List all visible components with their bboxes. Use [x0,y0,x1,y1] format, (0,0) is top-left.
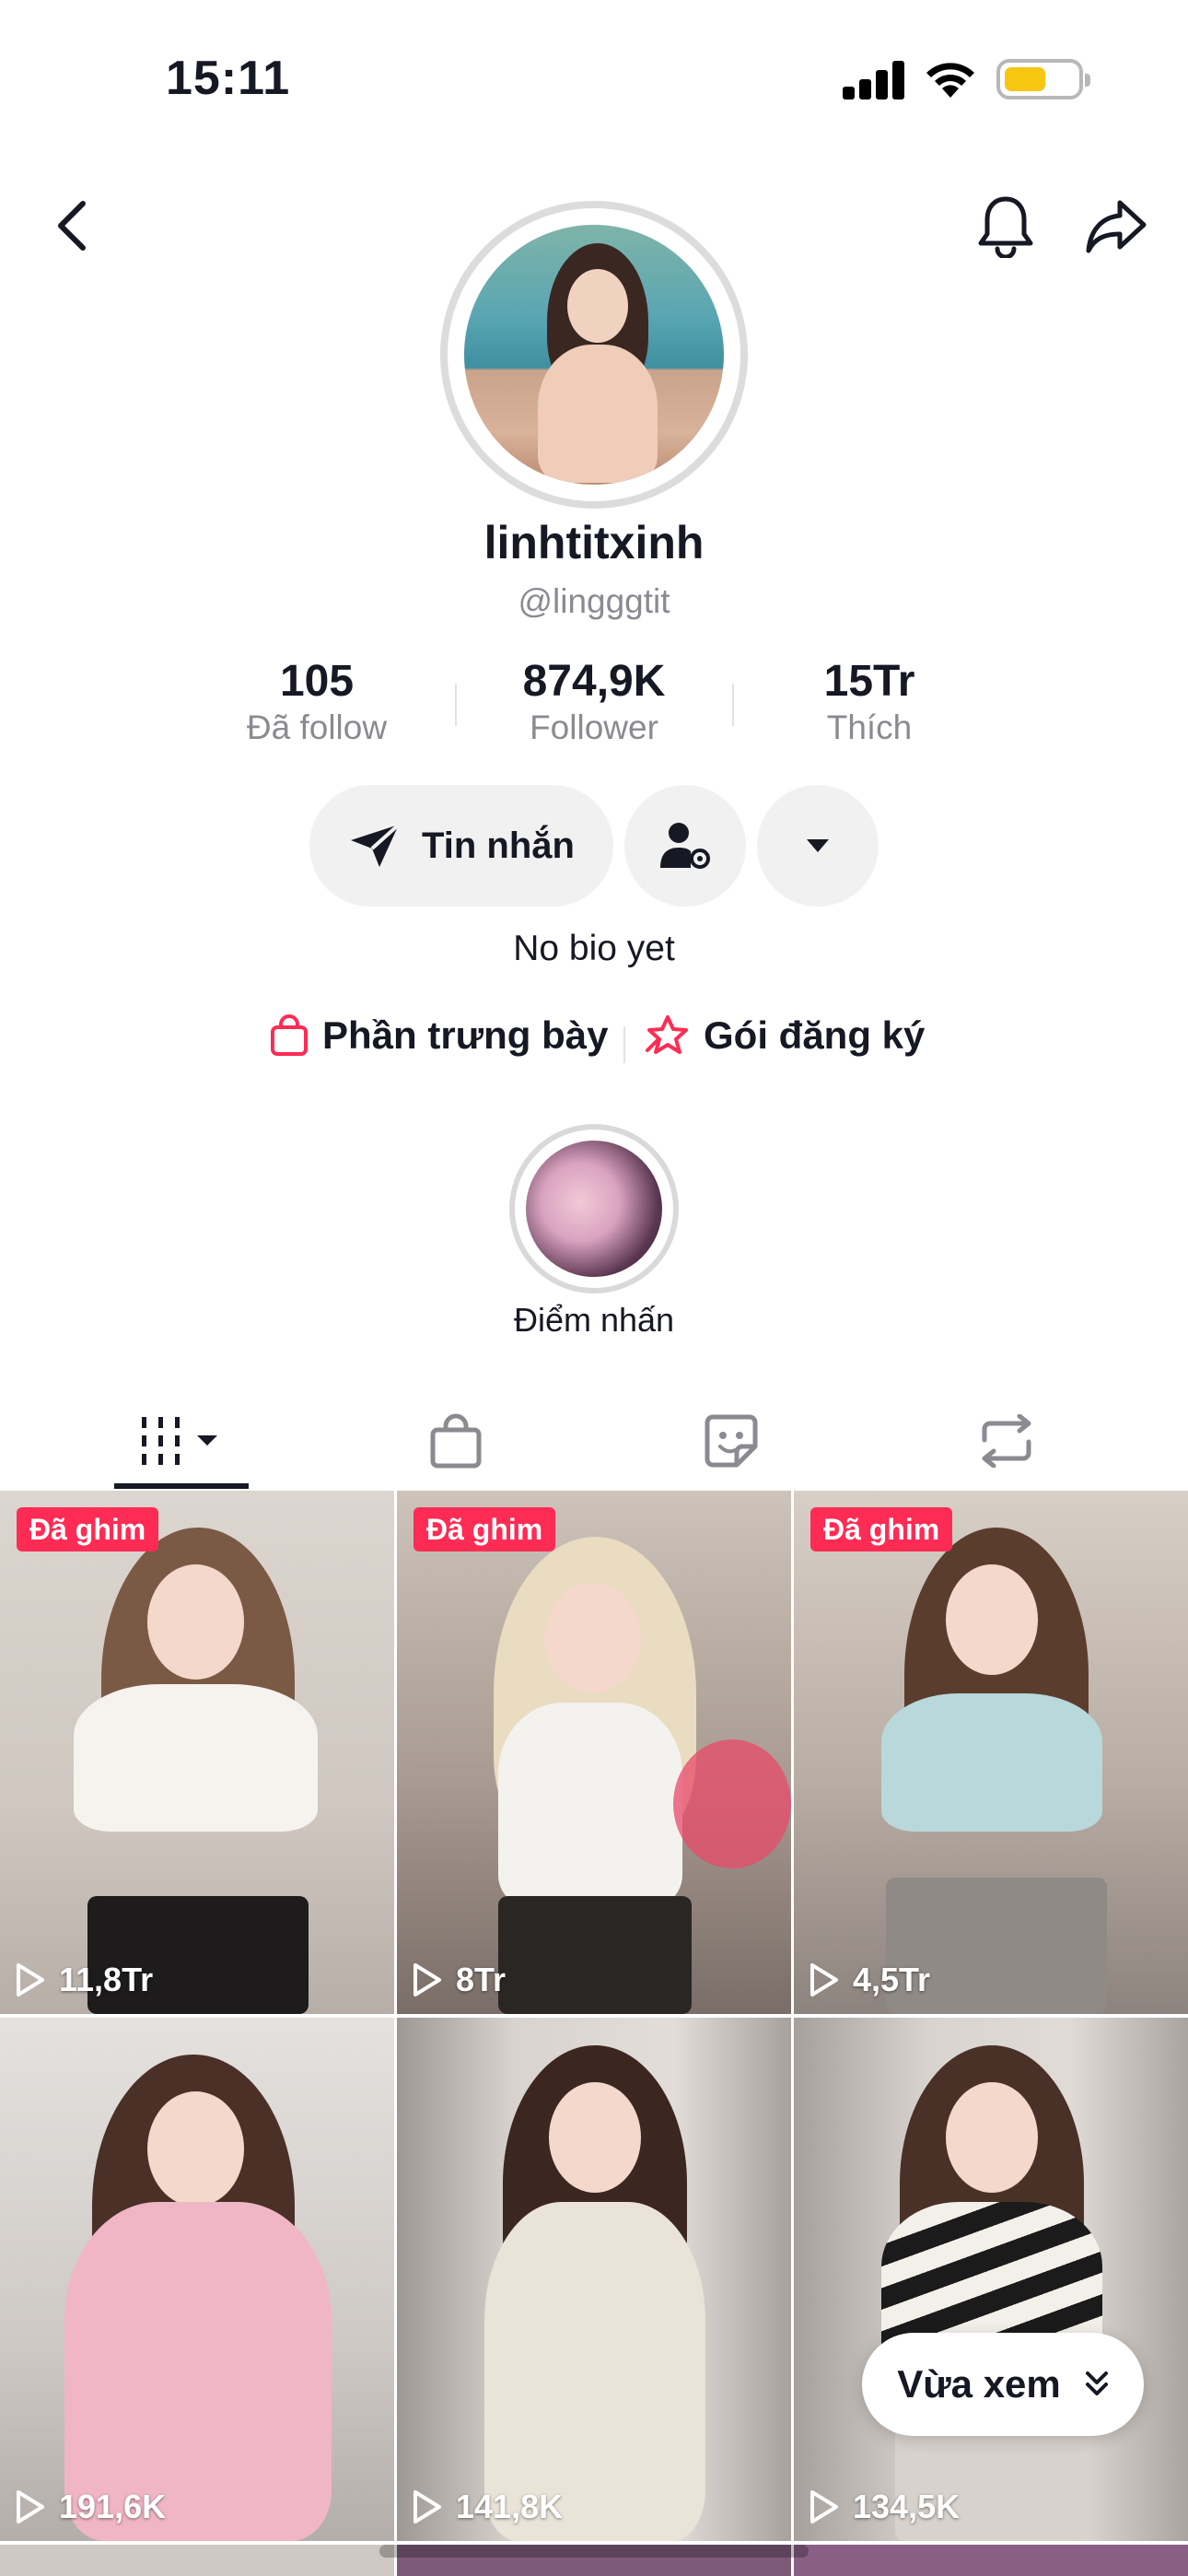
video-thumbnail[interactable] [794,2545,1188,2576]
play-icon [810,2490,838,2523]
user-settings-icon [660,823,710,869]
recently-viewed-label: Vừa xem [897,2362,1061,2406]
view-count: 191,6K [15,2488,166,2526]
home-indicator[interactable] [379,2545,809,2558]
profile-bio: No bio yet [513,929,675,968]
double-chevron-down-icon [1085,2371,1108,2395]
battery-icon [996,59,1090,100]
video-thumbnail[interactable] [0,2545,394,2576]
recently-viewed-button[interactable]: Vừa xem [862,2333,1144,2436]
status-bar: 15:11 [0,0,1188,157]
following-count: 105 [279,657,355,706]
notifications-button[interactable] [969,189,1042,263]
chevron-left-icon [58,201,86,251]
video-thumbnail[interactable]: 134,5K [794,2018,1188,2541]
profile-avatar[interactable] [440,201,748,509]
pinned-badge: Đã ghim [810,1507,953,1551]
tab-shop[interactable] [308,1391,604,1491]
tab-stickers[interactable] [583,1391,879,1491]
video-thumbnail[interactable]: 141,8K [397,2018,791,2541]
repost-icon [982,1414,1031,1468]
view-count-value: 134,5K [853,2488,961,2525]
highlight-thumbnail [526,1141,662,1277]
message-button[interactable]: Tin nhắn [309,785,613,907]
highlight-story[interactable] [509,1124,679,1294]
share-button[interactable] [1079,189,1153,263]
friend-settings-button[interactable] [624,785,746,907]
shop-bag-icon [430,1413,482,1469]
likes-stat[interactable]: 15Tr Thích [731,656,1007,747]
links-divider [623,1026,625,1063]
view-count: 141,8K [412,2488,563,2526]
view-count-value: 191,6K [59,2488,167,2525]
subscription-link[interactable]: Gói đăng ký [645,1013,925,1058]
pinned-badge: Đã ghim [413,1507,556,1551]
likes-count: 15Tr [823,657,915,706]
user-handle: @lingggtit [518,582,670,620]
bell-icon [978,196,1033,258]
showcase-label: Phần trưng bày [322,1013,609,1057]
avatar-image [464,225,724,485]
video-thumbnail[interactable]: Đã ghim 11,8Tr [0,1491,394,2014]
cellular-signal-icon [843,61,904,100]
likes-label: Thích [826,708,913,746]
profile-links: Phần trưng bày Gói đăng ký [0,1013,1188,1072]
followers-stat[interactable]: 874,9K Follower [456,656,732,747]
share-arrow-icon [1086,200,1147,253]
content-tabs [0,1391,1188,1491]
tab-videos[interactable] [33,1391,330,1491]
shopping-bag-icon [271,1014,308,1056]
back-button[interactable] [35,189,109,263]
play-icon [413,1963,441,1996]
wifi-icon [926,63,974,98]
video-thumbnail[interactable]: Đã ghim 8Tr [397,1491,791,2014]
display-name: linhtitxinh [483,517,705,568]
followers-count: 874,9K [522,657,666,706]
tab-reposts[interactable] [858,1391,1155,1491]
play-icon [17,1963,44,1996]
view-count: 11,8Tr [15,1961,153,1999]
message-button-label: Tin nhắn [422,825,575,866]
view-count: 134,5K [809,2488,960,2526]
subscription-star-icon [646,1015,688,1054]
view-count-value: 4,5Tr [853,1961,931,1998]
play-icon [810,1963,838,1996]
view-count: 4,5Tr [809,1961,930,1999]
pinned-badge: Đã ghim [17,1507,159,1551]
videos-grid-icon [142,1417,217,1465]
highlight-label: Điểm nhấn [513,1301,675,1339]
video-thumbnail[interactable]: 191,6K [0,2018,394,2541]
play-icon [17,2490,44,2523]
following-stat[interactable]: 105 Đã follow [179,656,455,747]
followers-label: Follower [530,708,658,746]
send-icon [351,823,401,867]
view-count-value: 8Tr [456,1961,507,1998]
view-count-value: 11,8Tr [59,1961,154,1998]
play-icon [413,2490,441,2523]
subscription-label: Gói đăng ký [704,1013,926,1057]
more-options-button[interactable] [757,785,879,907]
status-time: 15:11 [166,52,291,105]
sticker-icon [705,1414,758,1468]
view-count: 8Tr [412,1961,506,1999]
view-count-value: 141,8K [456,2488,564,2525]
showcase-link[interactable]: Phần trưng bày [269,1013,608,1058]
video-thumbnail[interactable]: Đã ghim 4,5Tr [794,1491,1188,2014]
caret-down-icon [807,839,829,852]
following-label: Đã follow [246,708,388,746]
active-tab-indicator [114,1483,249,1489]
